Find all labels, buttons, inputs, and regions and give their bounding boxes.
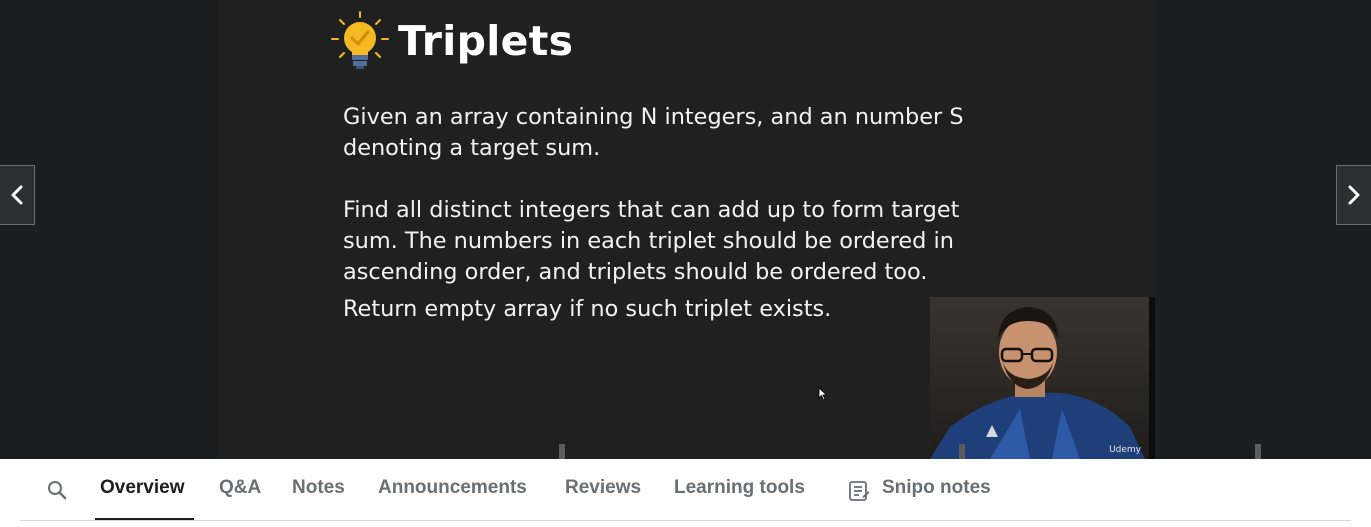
tab-notes[interactable]: Notes xyxy=(292,477,345,503)
next-lecture-button[interactable] xyxy=(1336,165,1371,225)
lightbulb-check-icon xyxy=(331,11,389,69)
chevron-right-icon xyxy=(1348,185,1360,205)
slide-heading: Triplets xyxy=(330,10,573,72)
chapter-marker xyxy=(959,444,965,459)
slide-body: Given an array containing N integers, an… xyxy=(343,102,983,325)
tabs-divider xyxy=(20,520,1351,521)
tab-qa[interactable]: Q&A xyxy=(219,477,261,503)
problem-statement: Given an array containing N integers, an… xyxy=(343,104,964,161)
slide-title: Triplets xyxy=(398,17,574,65)
problem-requirement: Find all distinct integers that can add … xyxy=(343,197,960,285)
notes-list-icon xyxy=(849,481,870,501)
chevron-left-icon xyxy=(11,185,23,205)
tab-overview[interactable]: Overview xyxy=(100,477,185,503)
webcam-logo: Udemy xyxy=(1109,445,1141,455)
video-player[interactable]: Triplets Given an array containing N int… xyxy=(0,0,1371,459)
problem-edge-case: Return empty array if no such triplet ex… xyxy=(343,296,832,322)
tab-reviews[interactable]: Reviews xyxy=(565,477,641,503)
chapter-marker xyxy=(559,444,565,459)
course-tabs: Overview Q&A Notes Announcements Reviews… xyxy=(0,459,1371,527)
tab-announcements[interactable]: Announcements xyxy=(378,477,527,503)
mouse-cursor-icon xyxy=(818,387,828,401)
search-icon[interactable] xyxy=(46,479,68,501)
instructor-avatar xyxy=(930,307,1145,459)
tab-learning-tools[interactable]: Learning tools xyxy=(674,477,805,503)
chapter-marker xyxy=(1255,444,1261,459)
instructor-webcam: Udemy xyxy=(930,297,1155,459)
webcam-edge xyxy=(1149,297,1155,459)
previous-lecture-button[interactable] xyxy=(0,165,35,225)
tab-snipo-notes[interactable]: Snipo notes xyxy=(882,477,991,503)
